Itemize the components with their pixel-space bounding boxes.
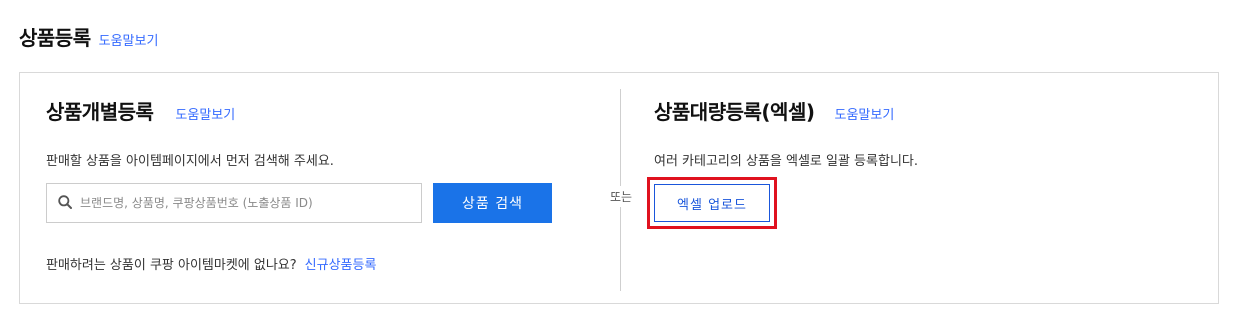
individual-help-link[interactable]: 도움말보기 [175, 104, 235, 123]
page-title: 상품등록 [19, 26, 91, 50]
bulk-registration-description: 여러 카테고리의 상품을 엑셀로 일괄 등록합니다. [654, 154, 918, 169]
bulk-help-link[interactable]: 도움말보기 [834, 104, 894, 123]
product-search-input[interactable] [80, 196, 421, 210]
new-product-registration-link[interactable]: 신규상품등록 [305, 258, 377, 273]
new-product-prompt-text: 판매하려는 상품이 쿠팡 아이템마켓에 없나요? [46, 258, 297, 273]
search-icon [58, 194, 72, 213]
excel-upload-button[interactable]: 엑셀 업로드 [654, 184, 770, 222]
individual-registration-title: 상품개별등록 [46, 100, 154, 124]
page-header: 상품등록 도움말보기 [19, 22, 158, 51]
excel-upload-highlight: 엑셀 업로드 [647, 177, 777, 229]
divider-or-label: 또는 [606, 186, 636, 207]
individual-registration-header: 상품개별등록 도움말보기 [46, 96, 235, 125]
product-search-box [46, 183, 422, 223]
product-search-button[interactable]: 상품 검색 [433, 183, 552, 223]
bulk-registration-title: 상품대량등록(엑셀) [654, 100, 815, 124]
bulk-registration-header: 상품대량등록(엑셀) 도움말보기 [654, 96, 894, 125]
registration-panel: 상품개별등록 도움말보기 판매할 상품을 아이템페이지에서 먼저 검색해 주세요… [19, 72, 1219, 304]
individual-registration-description: 판매할 상품을 아이템페이지에서 먼저 검색해 주세요. [46, 154, 334, 169]
header-help-link[interactable]: 도움말보기 [99, 30, 159, 49]
new-product-prompt: 판매하려는 상품이 쿠팡 아이템마켓에 없나요? 신규상품등록 [46, 254, 376, 273]
